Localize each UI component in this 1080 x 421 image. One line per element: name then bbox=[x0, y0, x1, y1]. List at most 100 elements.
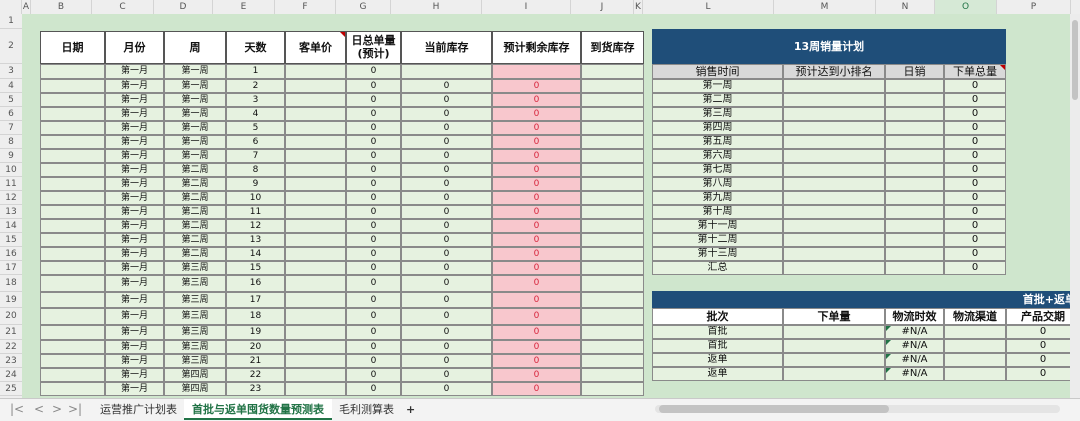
left-cell[interactable]: 0 bbox=[401, 205, 492, 219]
left-cell[interactable]: 0 bbox=[346, 177, 401, 191]
left-cell[interactable] bbox=[581, 233, 644, 247]
left-cell[interactable] bbox=[40, 261, 105, 275]
sales-plan-cell[interactable] bbox=[885, 177, 944, 191]
row-header-22[interactable]: 22 bbox=[0, 340, 22, 354]
row-header-12[interactable]: 12 bbox=[0, 191, 22, 205]
sales-plan-cell[interactable]: 0 bbox=[944, 163, 1006, 177]
left-cell[interactable]: 0 bbox=[401, 325, 492, 340]
left-cell[interactable]: 0 bbox=[492, 191, 581, 205]
left-cell[interactable]: 0 bbox=[401, 382, 492, 396]
left-cell[interactable]: 第二周 bbox=[164, 219, 226, 233]
column-header-d[interactable]: D bbox=[154, 0, 213, 14]
left-cell[interactable] bbox=[285, 107, 346, 121]
left-cell[interactable]: 0 bbox=[492, 275, 581, 292]
left-cell[interactable]: 第一月 bbox=[105, 368, 164, 382]
left-cell[interactable]: 0 bbox=[401, 163, 492, 177]
left-cell[interactable]: 8 bbox=[226, 163, 285, 177]
left-cell[interactable]: 0 bbox=[401, 107, 492, 121]
left-cell[interactable] bbox=[40, 177, 105, 191]
sales-plan-cell[interactable] bbox=[783, 163, 885, 177]
batch-cell[interactable]: #N/A bbox=[885, 325, 944, 339]
sales-plan-cell[interactable] bbox=[783, 93, 885, 107]
left-cell[interactable] bbox=[40, 325, 105, 340]
left-cell[interactable] bbox=[40, 191, 105, 205]
left-cell[interactable]: 0 bbox=[346, 354, 401, 368]
left-cell[interactable]: 第一月 bbox=[105, 247, 164, 261]
left-cell[interactable]: 第一月 bbox=[105, 191, 164, 205]
left-cell[interactable]: 0 bbox=[492, 107, 581, 121]
left-cell[interactable]: 0 bbox=[346, 382, 401, 396]
left-cell[interactable] bbox=[40, 135, 105, 149]
batch-cell[interactable]: 首批 bbox=[652, 325, 783, 339]
left-cell[interactable] bbox=[581, 382, 644, 396]
left-cell[interactable] bbox=[285, 191, 346, 205]
left-cell[interactable]: 0 bbox=[346, 79, 401, 93]
left-cell[interactable] bbox=[285, 308, 346, 325]
left-cell[interactable]: 0 bbox=[492, 79, 581, 93]
sales-plan-cell[interactable]: 0 bbox=[944, 205, 1006, 219]
left-cell[interactable]: 0 bbox=[401, 261, 492, 275]
left-cell[interactable]: 7 bbox=[226, 149, 285, 163]
left-cell[interactable]: 第二周 bbox=[164, 233, 226, 247]
left-cell[interactable] bbox=[285, 368, 346, 382]
sales-plan-cell[interactable]: 0 bbox=[944, 247, 1006, 261]
sales-plan-cell[interactable] bbox=[885, 261, 944, 275]
sales-plan-cell[interactable]: 第二周 bbox=[652, 93, 783, 107]
row-header-11[interactable]: 11 bbox=[0, 177, 22, 191]
left-cell[interactable] bbox=[285, 135, 346, 149]
left-cell[interactable]: 第三周 bbox=[164, 275, 226, 292]
left-cell[interactable]: 10 bbox=[226, 191, 285, 205]
left-cell[interactable] bbox=[40, 382, 105, 396]
select-all-corner[interactable] bbox=[0, 0, 22, 14]
column-header-m[interactable]: M bbox=[774, 0, 876, 14]
left-cell[interactable]: 3 bbox=[226, 93, 285, 107]
left-cell[interactable] bbox=[581, 205, 644, 219]
row-header-1[interactable]: 1 bbox=[0, 14, 22, 29]
horizontal-scroll-thumb[interactable] bbox=[659, 405, 889, 413]
left-cell[interactable]: 0 bbox=[492, 368, 581, 382]
batch-cell[interactable] bbox=[944, 339, 1006, 353]
left-cell[interactable] bbox=[401, 64, 492, 79]
batch-cell[interactable]: #N/A bbox=[885, 339, 944, 353]
left-cell[interactable]: 0 bbox=[346, 340, 401, 354]
left-cell[interactable] bbox=[285, 163, 346, 177]
batch-cell[interactable] bbox=[783, 325, 885, 339]
left-cell[interactable]: 第一月 bbox=[105, 149, 164, 163]
batch-cell[interactable]: #N/A bbox=[885, 353, 944, 367]
sales-plan-cell[interactable] bbox=[783, 177, 885, 191]
left-cell[interactable]: 0 bbox=[492, 292, 581, 308]
header-days[interactable]: 天数 bbox=[226, 31, 285, 64]
row-header-13[interactable]: 13 bbox=[0, 205, 22, 219]
batch-cell[interactable]: 返单 bbox=[652, 353, 783, 367]
sales-plan-cell[interactable]: 0 bbox=[944, 177, 1006, 191]
sales-plan-cell[interactable]: 0 bbox=[944, 219, 1006, 233]
left-cell[interactable]: 0 bbox=[346, 135, 401, 149]
left-cell[interactable]: 第三周 bbox=[164, 325, 226, 340]
sales-plan-cell[interactable]: 汇总 bbox=[652, 261, 783, 275]
left-cell[interactable] bbox=[40, 149, 105, 163]
left-cell[interactable]: 第三周 bbox=[164, 261, 226, 275]
left-cell[interactable]: 0 bbox=[346, 149, 401, 163]
batch-table-title[interactable]: 首批+返单 bbox=[652, 291, 1080, 308]
left-cell[interactable]: 0 bbox=[346, 191, 401, 205]
row-header-18[interactable]: 18 bbox=[0, 275, 22, 292]
batch-header-delivery[interactable]: 产品交期 bbox=[1006, 308, 1080, 325]
left-cell[interactable] bbox=[581, 121, 644, 135]
sales-plan-cell[interactable] bbox=[885, 163, 944, 177]
sales-plan-cell[interactable] bbox=[783, 233, 885, 247]
left-cell[interactable]: 13 bbox=[226, 233, 285, 247]
left-cell[interactable]: 0 bbox=[346, 275, 401, 292]
left-cell[interactable]: 18 bbox=[226, 308, 285, 325]
row-header-23[interactable]: 23 bbox=[0, 354, 22, 368]
tab-batch-reorder-forecast[interactable]: 首批与返单囤货数量预测表 bbox=[184, 399, 332, 420]
batch-cell[interactable] bbox=[944, 325, 1006, 339]
sales-plan-cell[interactable] bbox=[885, 135, 944, 149]
left-cell[interactable] bbox=[581, 354, 644, 368]
left-cell[interactable]: 0 bbox=[346, 121, 401, 135]
batch-cell[interactable]: 0 bbox=[1006, 325, 1080, 339]
row-header-10[interactable]: 10 bbox=[0, 163, 22, 177]
left-cell[interactable]: 16 bbox=[226, 275, 285, 292]
left-cell[interactable] bbox=[285, 247, 346, 261]
sales-plan-header-rank[interactable]: 预计达到小排名 bbox=[783, 64, 885, 79]
sales-plan-cell[interactable]: 第十二周 bbox=[652, 233, 783, 247]
